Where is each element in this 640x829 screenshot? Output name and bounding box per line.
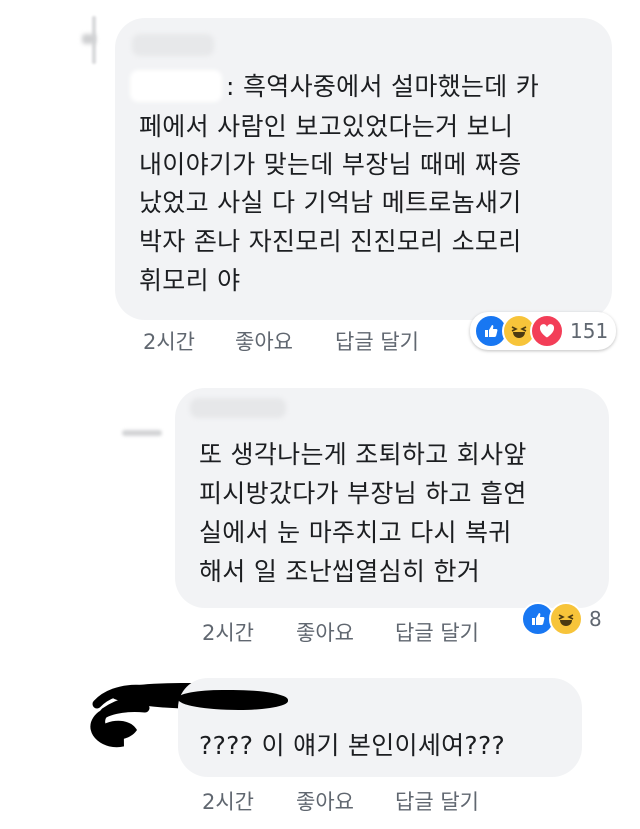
- timestamp[interactable]: 2시간: [202, 786, 254, 816]
- reply-link[interactable]: 답글 달기: [335, 326, 419, 356]
- comment-meta: 2시간 좋아요 답글 달기: [0, 786, 640, 814]
- avatar[interactable]: [40, 12, 110, 72]
- avatar[interactable]: [118, 420, 168, 444]
- timestamp[interactable]: 2시간: [202, 617, 254, 647]
- comment-text: 실에서 눈 마주치고 다시 복귀: [199, 518, 512, 547]
- redacted-author-name: [132, 34, 214, 56]
- comment-text: 해서 일 조난씹열심히 한거: [199, 557, 481, 586]
- comment-text: 났었고 사실 다 기억남 메트로놈새기: [139, 188, 522, 217]
- love-icon: [530, 314, 564, 348]
- reply-link[interactable]: 답글 달기: [395, 617, 479, 647]
- comment-text: 또 생각나는게 조퇴하고 회사앞: [199, 440, 527, 469]
- comment-text: 내이야기가 맞는데 부장님 때메 짜증: [139, 150, 522, 179]
- redacted-author-name: [190, 398, 286, 418]
- timestamp[interactable]: 2시간: [143, 326, 195, 356]
- comment-text: ???? 이 얘기 본인이세여???: [199, 731, 506, 760]
- reaction-summary[interactable]: 8: [521, 602, 602, 636]
- comment-text: 피시방갔다가 부장님 하고 흡연: [199, 479, 527, 508]
- reaction-summary[interactable]: 151: [470, 312, 617, 350]
- reply-link[interactable]: 답글 달기: [395, 786, 479, 816]
- comment-text: 휘모리 야: [139, 266, 241, 295]
- like-link[interactable]: 좋아요: [296, 786, 354, 816]
- redacted-author-name: [130, 70, 222, 102]
- comment-text: 박자 존나 자진모리 진진모리 소모리: [139, 227, 522, 256]
- reaction-count: 151: [570, 319, 609, 343]
- reaction-count: 8: [589, 607, 602, 631]
- comment-text: : 흑역사중에서 설마했는데 카: [226, 72, 540, 101]
- like-link[interactable]: 좋아요: [235, 326, 293, 356]
- like-link[interactable]: 좋아요: [296, 617, 354, 647]
- comment-text: 페에서 사람인 보고있었다는거 보니: [139, 112, 514, 141]
- haha-icon: [549, 602, 583, 636]
